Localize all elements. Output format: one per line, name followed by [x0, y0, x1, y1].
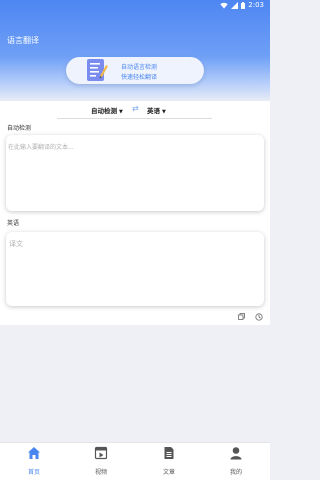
tab-article[interactable]: 文章 [149, 446, 189, 476]
tab-profile-label: 我的 [229, 469, 242, 476]
language-selector-bar: 自动检测 ▼ ⇄ 英语 ▼ [57, 101, 212, 119]
header-banner [0, 0, 270, 103]
translation-output[interactable]: 译文 [6, 232, 264, 306]
copy-icon[interactable] [238, 313, 245, 320]
tab-home-label: 首页 [27, 469, 40, 476]
tab-article-label: 文章 [162, 469, 175, 476]
page-title: 语言翻译 [7, 36, 39, 45]
tab-video-label: 视频 [94, 469, 107, 476]
translate-panel: 自动检测 ▼ ⇄ 英语 ▼ 自动检测 在此输入要翻译的文本... 英语 译文 [0, 101, 270, 325]
source-language-dropdown[interactable]: 自动检测 ▼ [91, 105, 123, 115]
wifi-icon [220, 2, 228, 8]
feature-banner[interactable]: 自动语言检测 快速轻松翻译 [66, 57, 204, 84]
source-placeholder: 在此输入要翻译的文本... [8, 144, 74, 151]
tab-video[interactable]: 视频 [81, 446, 121, 476]
profile-icon [230, 447, 242, 460]
document-edit-icon [87, 59, 108, 81]
article-icon [164, 447, 174, 459]
target-panel-label: 英语 [7, 220, 20, 227]
bottom-tab-bar: 首页 视频 文章 我的 [0, 442, 270, 480]
source-text-input[interactable]: 在此输入要翻译的文本... [6, 135, 264, 211]
target-language-label: 英语 [147, 107, 160, 115]
battery-icon [241, 1, 246, 9]
chevron-down-icon: ▼ [162, 109, 166, 115]
translation-placeholder: 译文 [9, 240, 23, 248]
signal-icon [231, 1, 239, 9]
status-bar: 2:03 [0, 0, 270, 12]
source-language-label: 自动检测 [91, 107, 117, 115]
feature-text-translate: 快速轻松翻译 [121, 74, 158, 81]
target-language-dropdown[interactable]: 英语 ▼ [147, 105, 166, 115]
source-panel-label: 自动检测 [7, 125, 32, 132]
tab-home[interactable]: 首页 [14, 446, 54, 476]
history-icon[interactable] [255, 313, 263, 321]
feature-text-detect: 自动语言检测 [121, 64, 158, 71]
status-time: 2:03 [248, 1, 264, 9]
chevron-down-icon: ▼ [119, 109, 123, 115]
tab-profile[interactable]: 我的 [216, 446, 256, 476]
home-icon [28, 447, 40, 459]
video-icon [94, 446, 108, 460]
swap-icon[interactable]: ⇄ [132, 104, 139, 113]
